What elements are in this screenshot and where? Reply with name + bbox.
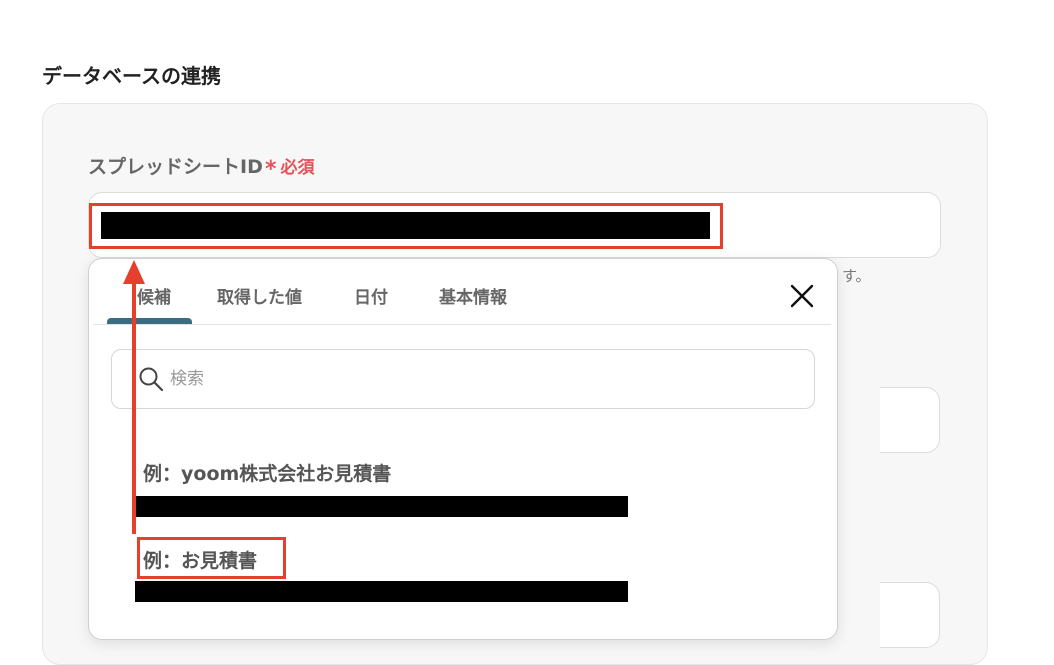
background-input-2[interactable] [880,387,940,453]
input-highlight-box [89,203,723,249]
required-label: 必須 [280,158,315,178]
tab-basic-info[interactable]: 基本情報 [439,283,507,308]
section-title: データベースの連携 [42,64,221,88]
redacted-option-2-value [135,581,628,602]
required-asterisk: * [265,157,277,182]
field-label: スプレッドシートID [88,156,263,178]
redacted-option-1-value [135,496,628,517]
field-help-text: す。 [842,267,871,285]
required-indicator: * 必須 [265,153,315,182]
tabs-divider [93,324,831,325]
tab-date[interactable]: 日付 [354,283,388,308]
close-icon [790,284,814,308]
option-highlight-box [137,537,286,579]
background-input-3[interactable] [880,582,940,648]
close-button[interactable] [788,280,816,310]
option-item-1[interactable]: 例：yoom株式会社お見積書 [143,459,391,486]
search-input[interactable] [170,366,770,392]
arrow-up-icon [123,260,145,534]
tab-fetched-values[interactable]: 取得した値 [217,283,302,308]
